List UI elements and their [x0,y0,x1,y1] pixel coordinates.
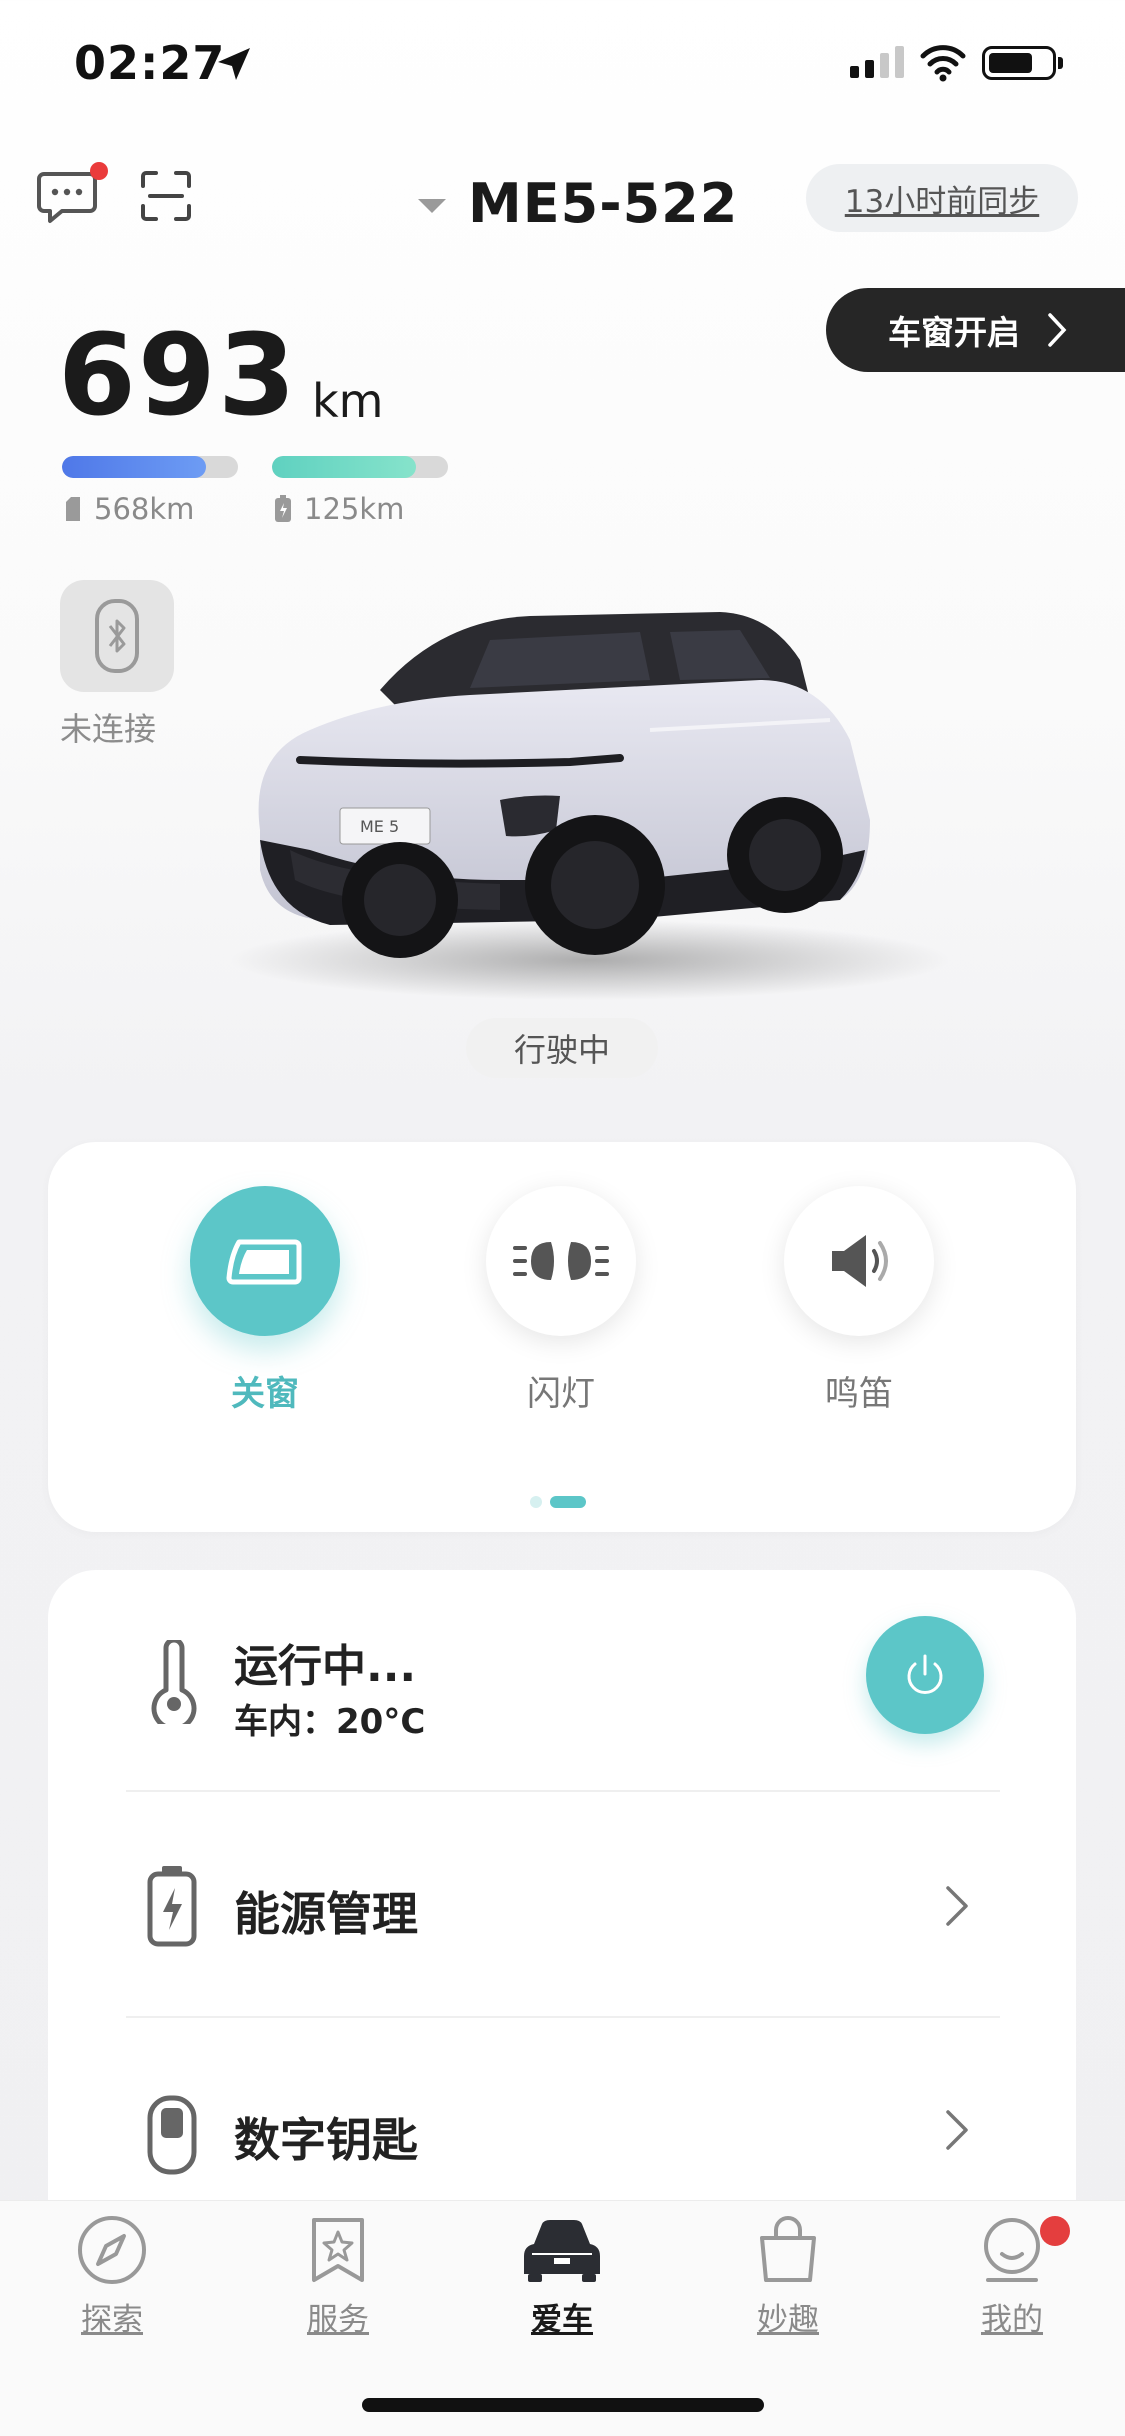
fuel-range-bar [62,456,238,478]
flash-lights-label: 闪灯 [527,1374,595,1414]
flash-lights-button[interactable] [486,1186,636,1336]
tab-my-car[interactable]: 爱车 [472,2214,652,2339]
home-indicator[interactable] [362,2398,764,2412]
battery-small-icon [275,495,291,522]
power-icon [907,1654,943,1694]
page-dot-2[interactable] [550,1496,586,1508]
horn-label: 鸣笛 [825,1374,893,1414]
bluetooth-key-icon [95,599,139,673]
scan-icon[interactable] [140,170,192,222]
car-name: ME5-522 [468,172,739,235]
battery-tip [1058,57,1063,69]
thermometer-icon [151,1640,197,1724]
tab-service-label: 服务 [307,2302,369,2338]
battery-icon [982,46,1056,80]
shopping-bag-icon [760,2216,816,2282]
horn-button[interactable] [784,1186,934,1336]
window-status-label: 车窗开启 [888,313,1020,352]
window-close-icon [226,1239,302,1285]
car-driving-status: 行驶中 [466,1018,658,1078]
wifi-icon [920,45,966,82]
page-dot-1[interactable] [530,1496,542,1508]
window-status-button[interactable]: 车窗开启 [826,288,1125,372]
compass-icon [78,2216,146,2284]
electric-range-bar [272,456,448,478]
bluetooth-status-label: 未连接 [60,710,157,748]
battery-charge-icon [147,1866,197,1947]
caret-down-icon [418,198,446,213]
location-arrow-icon [218,48,250,80]
electric-range-label: 125km [304,492,405,526]
total-range-value: 693 [58,311,298,441]
tab-explore-label: 探索 [81,2302,143,2338]
tab-fun[interactable]: 妙趣 [698,2214,878,2339]
fuel-pump-icon [66,497,80,521]
cabin-temperature: 车内：20°C [234,1702,426,1742]
digital-key-label: 数字钥匙 [234,2113,418,2167]
car-image: ME 5 [230,612,950,1000]
chevron-right-icon [946,1886,968,1926]
fuel-range-label: 568km [94,492,195,526]
bluetooth-key-button[interactable] [60,580,174,692]
electric-range: 125km [272,492,404,526]
car-selector[interactable]: ME5-522 [418,172,738,235]
divider [126,2016,1000,2018]
svg-text:ME 5: ME 5 [360,817,399,836]
service-star-icon [312,2218,364,2282]
chevron-right-icon [1048,313,1067,347]
cellular-signal-icon [850,46,904,78]
tab-explore[interactable]: 探索 [22,2214,202,2339]
chevron-right-icon [946,2110,968,2150]
tab-fun-label: 妙趣 [757,2302,819,2338]
car-icon [524,2220,600,2282]
message-icon[interactable] [36,170,98,226]
page-indicator[interactable] [530,1496,586,1508]
fuel-range: 568km [62,492,194,526]
notification-dot [90,162,108,180]
tab-mine[interactable]: 我的 [922,2214,1102,2339]
climate-status-title: 运行中... [234,1641,417,1692]
profile-icon [984,2218,1040,2282]
flash-lights-icon [513,1242,609,1280]
climate-power-button[interactable] [866,1616,984,1734]
status-time: 02:27 [74,36,226,90]
energy-management-label: 能源管理 [234,1887,418,1941]
tab-mine-label: 我的 [981,2302,1043,2338]
tab-my-car-label: 爱车 [531,2302,593,2338]
divider [126,1790,1000,1792]
range-unit: km [312,374,384,428]
horn-icon [832,1235,888,1287]
digital-key-icon [147,2095,197,2175]
sync-status-button[interactable]: 13小时前同步 [806,164,1078,232]
tab-service[interactable]: 服务 [248,2214,428,2339]
profile-notification-dot [1040,2216,1070,2246]
close-window-button[interactable] [190,1186,340,1336]
close-window-label: 关窗 [231,1374,299,1414]
